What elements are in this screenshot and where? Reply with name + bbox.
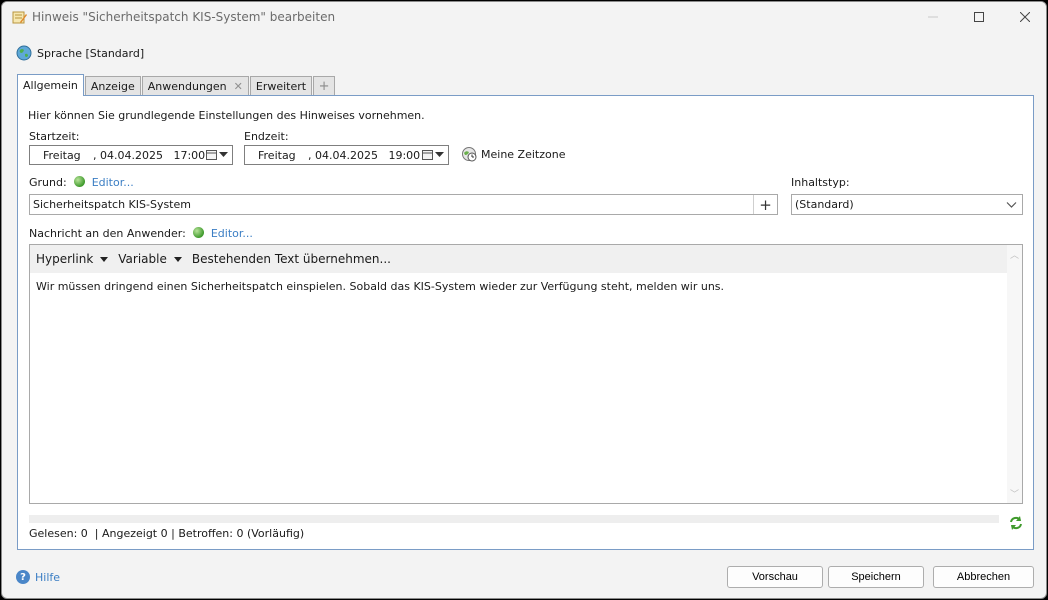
start-datetime: , 04.04.2025 17:00 [93,148,206,162]
hyperlink-dropdown[interactable]: Hyperlink [36,252,109,266]
close-button[interactable] [1002,2,1046,32]
calendar-dropdown-button[interactable] [422,149,444,160]
start-time-picker[interactable]: Freitag , 04.04.2025 17:00 [29,145,233,165]
message-label: Nachricht an den Anwender: [29,227,186,240]
tab-label: Anwendungen [147,80,227,93]
hyperlink-label: Hyperlink [36,252,94,266]
maximize-button[interactable] [956,2,1002,32]
note-edit-icon [12,11,27,24]
timezone-button[interactable]: Meine Zeitzone [461,146,565,162]
reason-value: Sicherheitspatch KIS-System [33,198,191,211]
message-editor-link[interactable]: Editor... [211,227,253,240]
scroll-up-icon[interactable]: ︿ [1010,248,1019,261]
minimize-button[interactable] [910,2,956,32]
chevron-down-icon [219,151,228,157]
title-bar[interactable]: Hinweis "Sicherheitspatch KIS-System" be… [2,2,1046,32]
language-selector[interactable]: Sprache [Standard] [16,45,144,61]
end-time-label: Endzeit: [244,130,289,143]
scroll-down-icon[interactable]: ﹀ [1010,487,1019,500]
content-type-label: Inhaltstyp: [791,176,850,189]
tab-anzeige[interactable]: Anzeige [84,76,141,96]
progress-bar [29,515,999,523]
plus-icon: + [759,195,772,214]
message-editor[interactable]: Hyperlink Variable Bestehenden Text über… [29,244,1023,504]
content-type-value: (Standard) [795,198,854,211]
message-text: Wir müssen dringend einen Sicherheitspat… [36,280,725,293]
help-link[interactable]: ? Hilfe [16,570,60,584]
maximize-icon [974,12,984,22]
refresh-icon[interactable] [1008,515,1024,531]
end-datetime: , 04.04.2025 19:00 [308,148,421,162]
calendar-icon [206,150,217,160]
calendar-icon [422,150,433,160]
help-label: Hilfe [35,570,61,584]
start-day: Freitag [43,148,81,162]
tab-anwendungen[interactable]: Anwendungen ✕ [141,76,249,96]
tab-erweitert[interactable]: Erweitert [249,76,313,96]
reason-input[interactable]: Sicherheitspatch KIS-System + [29,194,778,215]
message-row: Nachricht an den Anwender: Editor... [29,227,253,240]
editor-scrollbar[interactable]: ︿ ﹀ [1007,245,1022,503]
tab-close-icon[interactable]: ✕ [234,80,243,93]
variable-label: Variable [118,252,167,266]
content-type-select[interactable]: (Standard) [791,194,1023,215]
globe-icon [16,45,32,61]
reason-label: Grund: [29,176,67,189]
stats-text: Gelesen: 0 | Angezeigt 0 | Betroffen: 0 … [29,527,305,540]
chevron-down-icon [435,151,444,157]
tab-label: Allgemein [23,79,78,92]
intro-text: Hier können Sie grundlegende Einstellung… [28,109,425,122]
caret-down-icon [173,256,182,262]
end-time-picker[interactable]: Freitag , 04.04.2025 19:00 [244,145,449,165]
green-dot-icon [193,227,205,238]
tab-bar: Allgemein Anzeige Anwendungen ✕ Erweiter… [17,74,336,96]
green-dot-icon [74,176,86,187]
reason-editor-link[interactable]: Editor... [92,176,134,189]
general-panel: Hier können Sie grundlegende Einstellung… [17,95,1034,550]
reason-row: Grund: Editor... [29,176,134,189]
dialog-window: Hinweis "Sicherheitspatch KIS-System" be… [1,1,1047,599]
add-tab-button[interactable]: + [313,76,336,96]
calendar-dropdown-button[interactable] [206,149,228,160]
end-day: Freitag [258,148,296,162]
editor-toolbar: Hyperlink Variable Bestehenden Text über… [30,245,1022,273]
timezone-label: Meine Zeitzone [481,147,566,161]
close-icon [1020,12,1030,22]
caret-down-icon [100,256,109,262]
variable-dropdown[interactable]: Variable [118,252,182,266]
minimize-icon [928,16,938,18]
tab-allgemein[interactable]: Allgemein [17,74,84,96]
clock-globe-icon [462,147,477,162]
chevron-down-icon [1006,202,1017,208]
start-time-label: Startzeit: [29,130,80,143]
preview-button[interactable]: Vorschau [727,566,823,588]
add-button[interactable]: + [753,195,777,214]
language-label: Sprache [Standard] [37,46,145,60]
apply-text-label: Bestehenden Text übernehmen... [191,252,391,266]
window-title: Hinweis "Sicherheitspatch KIS-System" be… [32,10,336,24]
plus-icon: + [318,79,330,94]
tab-label: Erweitert [255,80,307,93]
save-button[interactable]: Speichern [828,566,924,588]
cancel-button[interactable]: Abbrechen [933,566,1034,588]
apply-text-button[interactable]: Bestehenden Text übernehmen... [192,252,391,266]
tab-label: Anzeige [90,80,135,93]
help-icon: ? [16,570,30,584]
